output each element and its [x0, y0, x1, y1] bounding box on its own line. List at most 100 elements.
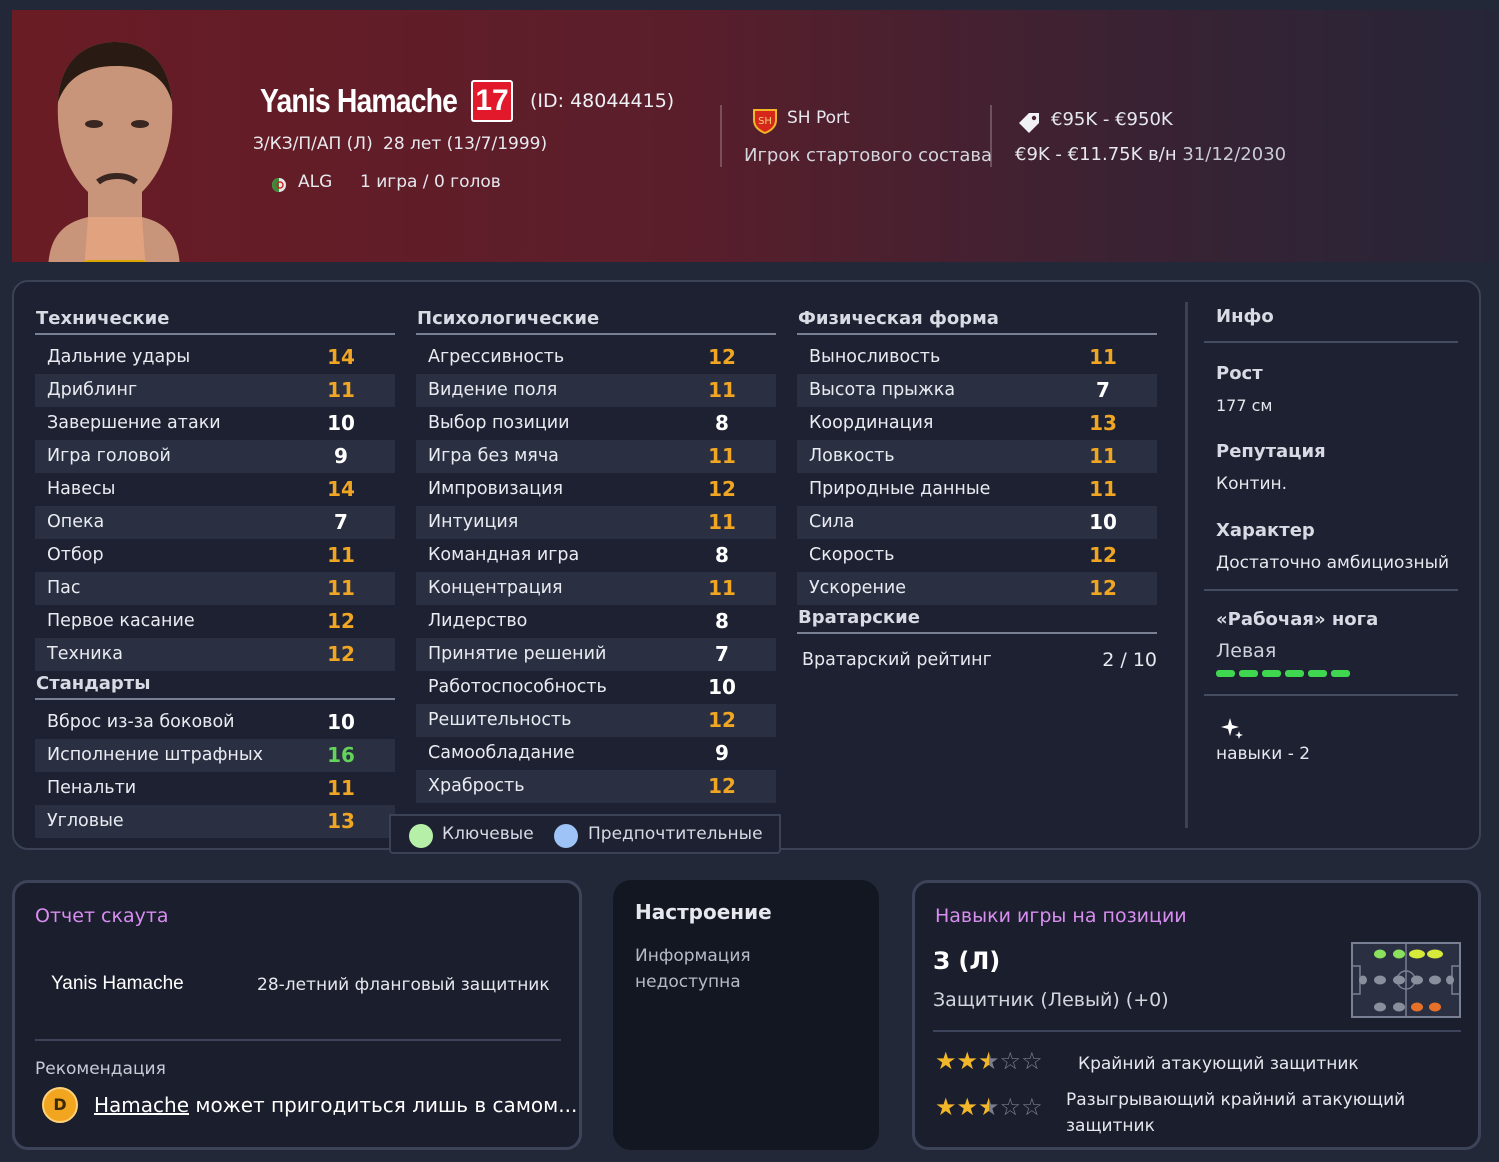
recommendation-player-link[interactable]: Hamache: [94, 1093, 189, 1117]
section-title-technical: Технические: [35, 305, 395, 335]
attribute-value: 12: [1089, 576, 1117, 600]
attribute-row-mental[interactable]: Командная игра 8: [416, 539, 776, 572]
attribute-value: 11: [708, 378, 736, 402]
attribute-row-technical[interactable]: Опека 7: [35, 506, 395, 539]
club-name[interactable]: SH Port: [787, 108, 850, 128]
role-1-name[interactable]: Крайний атакующий защитник: [1078, 1054, 1359, 1074]
goalkeeper-rating-label: Вратарский рейтинг: [802, 650, 992, 670]
attribute-row-mental[interactable]: Принятие решений 7: [416, 638, 776, 671]
traits-count[interactable]: навыки - 2: [1204, 744, 1458, 764]
attribute-label: Исполнение штрафных: [47, 745, 264, 765]
attribute-row-physical[interactable]: Высота прыжка 7: [797, 374, 1157, 407]
setpieces-list: Вброс из-за боковой 10 Исполнение штрафных…: [35, 706, 395, 838]
attribute-row-mental[interactable]: Работоспособность 10: [416, 671, 776, 704]
attribute-value: 7: [715, 642, 729, 666]
attribute-value: 11: [327, 378, 355, 402]
attribute-value: 9: [334, 444, 348, 468]
scout-report-card[interactable]: Отчет скаута Yanis Hamache 28-летний фла…: [12, 880, 582, 1150]
attribute-row-technical[interactable]: Дриблинг 11: [35, 374, 395, 407]
role-2-name[interactable]: Разыгрывающий крайний атакующий защитник: [1066, 1087, 1456, 1139]
attribute-label: Агрессивность: [428, 347, 565, 367]
preferred-foot-value: Левая: [1216, 640, 1277, 662]
goalkeeper-rating-row: Вратарский рейтинг 2 / 10: [797, 640, 1157, 680]
attribute-row-physical[interactable]: Координация 13: [797, 407, 1157, 440]
attribute-row-technical[interactable]: Пас 11: [35, 572, 395, 605]
reputation-value: Контин.: [1216, 474, 1288, 494]
attribute-row-mental[interactable]: Самообладание 9: [416, 737, 776, 770]
price-tag-icon: [1019, 113, 1039, 133]
attribute-label: Самообладание: [428, 743, 575, 763]
attribute-row-technical[interactable]: Техника 12: [35, 638, 395, 671]
attribute-label: Принятие решений: [428, 644, 607, 664]
attribute-label: Концентрация: [428, 578, 563, 598]
attribute-row-setpieces[interactable]: Вброс из-за боковой 10: [35, 706, 395, 739]
attribute-label: Природные данные: [809, 479, 991, 499]
section-title-physical: Физическая форма: [797, 305, 1157, 335]
attribute-value: 11: [327, 576, 355, 600]
foot-strength-segment: [1239, 670, 1258, 677]
attribute-label: Сила: [809, 512, 855, 532]
recommendation-body: может пригодиться лишь в самом...: [189, 1093, 578, 1117]
attribute-row-mental[interactable]: Интуиция 11: [416, 506, 776, 539]
attribute-value: 8: [715, 609, 729, 633]
attribute-row-mental[interactable]: Концентрация 11: [416, 572, 776, 605]
attribute-row-technical[interactable]: Отбор 11: [35, 539, 395, 572]
scout-report-title[interactable]: Отчет скаута: [35, 905, 169, 927]
player-name: Yanis Hamache: [260, 82, 458, 119]
attribute-label: Игра головой: [47, 446, 171, 466]
personality-label: Характер: [1216, 520, 1315, 541]
player-id: (ID: 48044415): [530, 90, 675, 112]
attribute-row-physical[interactable]: Ускорение 12: [797, 572, 1157, 605]
key-attributes-label[interactable]: Ключевые: [442, 824, 534, 844]
attribute-value: 14: [327, 345, 355, 369]
attribute-value: 10: [327, 710, 355, 734]
attribute-row-setpieces[interactable]: Пенальти 11: [35, 772, 395, 805]
attribute-row-setpieces[interactable]: Исполнение штрафных 16: [35, 739, 395, 772]
attribute-value: 8: [715, 411, 729, 435]
attribute-row-mental[interactable]: Импровизация 12: [416, 473, 776, 506]
star-icon: ★: [935, 1093, 957, 1121]
attribute-row-technical[interactable]: Завершение атаки 10: [35, 407, 395, 440]
squad-role: Игрок стартового состава: [744, 145, 993, 166]
recommendation-label: Рекомендация: [35, 1059, 166, 1079]
attribute-value: 12: [327, 642, 355, 666]
star-icon: ★: [956, 1047, 979, 1075]
foot-strength-segment: [1216, 670, 1235, 677]
attribute-value: 8: [715, 543, 729, 567]
attribute-row-physical[interactable]: Выносливость 11: [797, 341, 1157, 374]
position-ability-card[interactable]: Навыки игры на позиции З (Л) Защитник (Л…: [912, 880, 1481, 1150]
attribute-row-technical[interactable]: Игра головой 9: [35, 440, 395, 473]
divider: [1185, 302, 1188, 828]
player-age: 28 лет (13/7/1999): [383, 134, 548, 154]
attribute-row-physical[interactable]: Природные данные 11: [797, 473, 1157, 506]
international-caps: 1 игра / 0 голов: [360, 172, 501, 192]
divider: [1204, 589, 1458, 591]
attribute-row-mental[interactable]: Храбрость 12: [416, 770, 776, 803]
attribute-label: Координация: [809, 413, 934, 433]
section-title-mental: Психологические: [416, 305, 776, 335]
attribute-row-mental[interactable]: Лидерство 8: [416, 605, 776, 638]
attribute-row-physical[interactable]: Сила 10: [797, 506, 1157, 539]
position-ability-title[interactable]: Навыки игры на позиции: [935, 905, 1187, 927]
nationality[interactable]: ALG: [298, 172, 332, 192]
info-title: Инфо: [1216, 306, 1274, 327]
attribute-row-physical[interactable]: Ловкость 11: [797, 440, 1157, 473]
squad-number-badge: 17: [471, 80, 513, 122]
attribute-row-physical[interactable]: Скорость 12: [797, 539, 1157, 572]
attribute-value: 11: [708, 576, 736, 600]
attribute-label: Высота прыжка: [809, 380, 956, 400]
attribute-row-mental[interactable]: Агрессивность 12: [416, 341, 776, 374]
attribute-label: Лидерство: [428, 611, 528, 631]
attribute-row-setpieces[interactable]: Угловые 13: [35, 805, 395, 838]
attribute-row-technical[interactable]: Дальние удары 14: [35, 341, 395, 374]
preferred-attributes-label[interactable]: Предпочтительные: [588, 824, 763, 844]
attribute-row-mental[interactable]: Решительность 12: [416, 704, 776, 737]
divider: [933, 1030, 1461, 1032]
attribute-row-mental[interactable]: Выбор позиции 8: [416, 407, 776, 440]
svg-text:SH: SH: [758, 116, 772, 127]
player-header: Yanis Hamache 17 (ID: 48044415) З/КЗ/П/А…: [12, 10, 1497, 262]
attribute-row-technical[interactable]: Навесы 14: [35, 473, 395, 506]
attribute-row-mental[interactable]: Видение поля 11: [416, 374, 776, 407]
attribute-row-technical[interactable]: Первое касание 12: [35, 605, 395, 638]
attribute-row-mental[interactable]: Игра без мяча 11: [416, 440, 776, 473]
